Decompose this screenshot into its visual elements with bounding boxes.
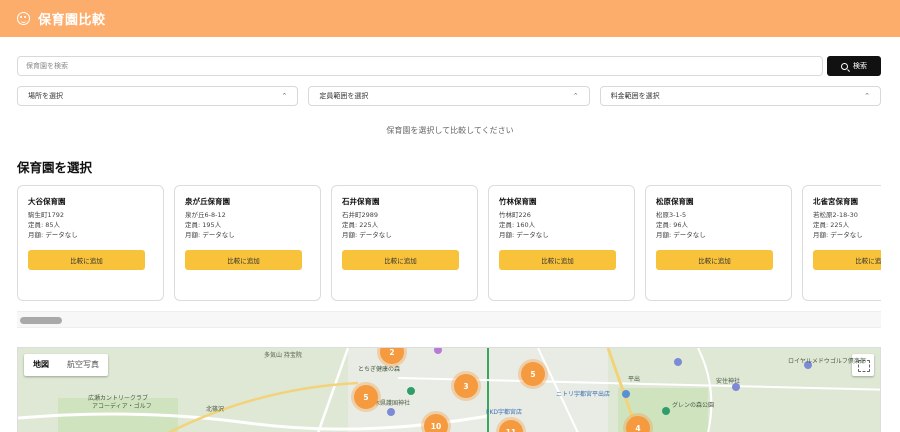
add-to-compare-button[interactable]: 比較に追加 xyxy=(813,250,881,270)
map-type-satellite-button[interactable]: 航空写真 xyxy=(58,354,108,376)
nursery-address: 駒生町1792 xyxy=(28,211,65,219)
map-label: 安住神社 xyxy=(716,378,741,385)
nursery-capacity: 定員: 160人 xyxy=(499,221,536,229)
nursery-capacity: 定員: 225人 xyxy=(342,221,379,229)
nursery-card-list[interactable]: 大谷保育園 駒生町1792 定員: 85人 月額: データなし 比較に追加 泉が… xyxy=(17,185,881,301)
map-type-map-button[interactable]: 地図 xyxy=(24,354,58,376)
nursery-card: 泉が丘保育園 泉が丘6-8-12 定員: 195人 月額: データなし 比較に追… xyxy=(174,185,321,301)
map-label: FKD宇都宮店 xyxy=(486,409,523,416)
map-cluster-marker[interactable]: 10 xyxy=(424,414,448,432)
nursery-card: 竹林保育園 竹林町226 定員: 160人 月額: データなし 比較に追加 xyxy=(488,185,635,301)
nursery-name: 泉が丘保育園 xyxy=(185,197,230,206)
capacity-select-label: 定員範囲を選択 xyxy=(319,92,369,100)
nursery-capacity: 定員: 195人 xyxy=(185,221,222,229)
add-to-compare-button[interactable]: 比較に追加 xyxy=(499,250,616,270)
chevron-updown-icon: ⌃ xyxy=(572,91,579,100)
map-label: ロイヤルメドウゴルフ倶楽部 xyxy=(788,358,866,365)
nursery-name: 北雀宮保育園 xyxy=(813,197,858,206)
nursery-address: 泉が丘6-8-12 xyxy=(185,211,226,219)
nursery-name: 大谷保育園 xyxy=(28,197,66,206)
add-to-compare-button[interactable]: 比較に追加 xyxy=(28,250,145,270)
map-label: グレンの森公園 xyxy=(672,402,715,409)
app-header: 保育園比較 xyxy=(0,0,900,37)
search-button-label: 検索 xyxy=(853,62,867,70)
scrollbar-thumb[interactable] xyxy=(20,317,62,324)
chevron-updown-icon: ⌃ xyxy=(864,91,870,100)
map-label: とちぎ健康の森 xyxy=(358,366,401,373)
search-icon xyxy=(841,62,848,70)
search-button[interactable]: 検索 xyxy=(827,56,881,76)
nursery-address: 竹林町226 xyxy=(499,211,531,219)
nursery-card: 石井保育園 石井町2989 定員: 225人 月額: データなし 比較に追加 xyxy=(331,185,478,301)
section-title: 保育園を選択 xyxy=(17,160,93,175)
nursery-capacity: 定員: 225人 xyxy=(813,221,850,229)
nursery-name: 竹林保育園 xyxy=(499,197,537,206)
smile-logo-icon xyxy=(17,12,30,25)
map-label: 多気山 持宝院 xyxy=(264,352,302,359)
nursery-fee: 月額: データなし xyxy=(342,231,392,239)
nursery-fee: 月額: データなし xyxy=(28,231,78,239)
add-to-compare-button[interactable]: 比較に追加 xyxy=(185,250,302,270)
nursery-address: 石井町2989 xyxy=(342,211,379,219)
fee-select[interactable]: 料金範囲を選択 ⌃ xyxy=(599,86,881,106)
map-type-control: 地図 航空写真 xyxy=(24,354,108,376)
nursery-name: 石井保育園 xyxy=(342,197,380,206)
nursery-fee: 月額: データなし xyxy=(185,231,235,239)
capacity-select[interactable]: 定員範囲を選択 ⌃ xyxy=(308,86,590,106)
search-input[interactable] xyxy=(17,56,823,76)
add-to-compare-button[interactable]: 比較に追加 xyxy=(342,250,459,270)
nursery-name: 松原保育園 xyxy=(656,197,694,206)
nursery-capacity: 定員: 85人 xyxy=(28,221,61,229)
map-cluster-marker[interactable]: 3 xyxy=(454,374,478,398)
nursery-fee: 月額: データなし xyxy=(656,231,706,239)
compare-hint: 保育園を選択して比較してください xyxy=(386,126,514,135)
map-label: アコーディア・ゴルフ xyxy=(92,403,152,410)
nursery-card: 大谷保育園 駒生町1792 定員: 85人 月額: データなし 比較に追加 xyxy=(17,185,164,301)
map-label: 北篠沢 xyxy=(206,406,225,413)
map-label: ニトリ宇都宮平出店 xyxy=(556,391,611,398)
map-view[interactable]: 地図 航空写真 多気山 持宝院 とちぎ健康の森 広瀬カントリークラブ アコーディ… xyxy=(17,347,881,432)
nursery-fee: 月額: データなし xyxy=(499,231,549,239)
location-select-label: 場所を選択 xyxy=(28,92,63,100)
map-cluster-marker[interactable]: 5 xyxy=(521,362,545,386)
nursery-address: 若松原2-18-30 xyxy=(813,211,858,219)
search-row: 検索 xyxy=(17,56,881,76)
nursery-fee: 月額: データなし xyxy=(813,231,863,239)
chevron-updown-icon: ⌃ xyxy=(281,91,288,100)
map-background xyxy=(18,348,880,432)
nursery-capacity: 定員: 96人 xyxy=(656,221,689,229)
nursery-card: 北雀宮保育園 若松原2-18-30 定員: 225人 月額: データなし 比較に… xyxy=(802,185,881,301)
map-cluster-marker[interactable]: 5 xyxy=(354,385,378,409)
nursery-card: 松原保育園 松原3-1-5 定員: 96人 月額: データなし 比較に追加 xyxy=(645,185,792,301)
filter-row: 場所を選択 ⌃ 定員範囲を選択 ⌃ 料金範囲を選択 ⌃ xyxy=(17,86,881,106)
map-label: 平出 xyxy=(628,376,641,383)
fee-select-label: 料金範囲を選択 xyxy=(610,92,660,100)
horizontal-scrollbar[interactable] xyxy=(17,311,881,328)
add-to-compare-button[interactable]: 比較に追加 xyxy=(656,250,773,270)
nursery-address: 松原3-1-5 xyxy=(656,211,687,219)
location-select[interactable]: 場所を選択 ⌃ xyxy=(17,86,299,106)
app-title: 保育園比較 xyxy=(38,13,106,28)
